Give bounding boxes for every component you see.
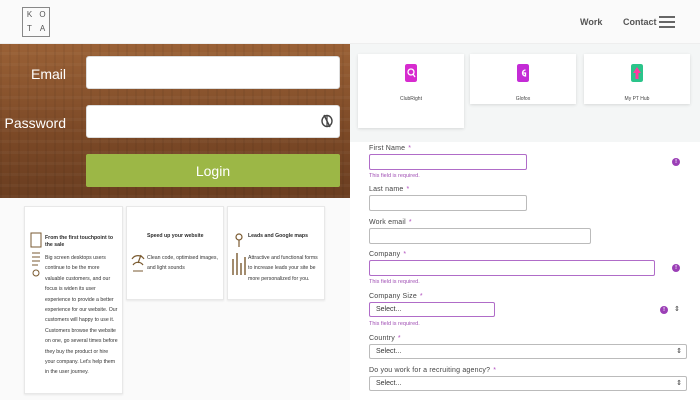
logo-letter: K (26, 10, 33, 19)
first-name-error: This field is required. (369, 173, 420, 179)
integration-card-myptHub[interactable]: My PT Hub (584, 54, 690, 104)
last-name-label: Last name * (369, 186, 410, 193)
password-input[interactable] (86, 105, 340, 138)
integration-card-clubright[interactable]: ClubRight (358, 54, 464, 128)
clubright-icon (405, 64, 417, 82)
login-panel: Email Password Login (0, 44, 350, 198)
integration-name: Glofox (515, 96, 531, 102)
company-label: Company * (369, 251, 407, 258)
chevron-updown-icon: ⇕ (676, 348, 682, 355)
error-icon: ! (672, 264, 680, 272)
logo-letter: A (39, 24, 46, 33)
kota-logo[interactable]: K O T A (22, 7, 50, 37)
feature-card: From the first touchpoint to the sale Bi… (24, 206, 123, 394)
email-input[interactable] (86, 56, 340, 89)
feature-card: Leads and Google maps Attractive and fun… (227, 206, 325, 300)
work-email-input[interactable] (369, 228, 591, 244)
first-name-input[interactable] (369, 154, 527, 170)
recruiting-agency-label: Do you work for a recruiting agency? * (369, 367, 497, 374)
nav-link-contact[interactable]: Contact (623, 17, 657, 27)
chevron-updown-icon: ⇕ (676, 380, 682, 387)
features-section: From the first touchpoint to the sale Bi… (0, 198, 350, 400)
logo-letter: T (27, 24, 32, 33)
top-nav: K O T A Work Contact (0, 0, 700, 44)
feature-title: Speed up your website (147, 233, 204, 239)
nav-link-work[interactable]: Work (580, 17, 602, 27)
feature-title: From the first touchpoint to the sale (45, 235, 114, 248)
feature-body: Big screen desktops users continue to be… (45, 255, 118, 376)
country-label: Country * (369, 335, 401, 342)
company-size-select[interactable]: Select... (369, 302, 495, 317)
last-name-input[interactable] (369, 195, 527, 211)
feature-body: Attractive and functional forms to incre… (248, 255, 318, 282)
leads-map-icon (232, 233, 246, 275)
company-input[interactable] (369, 260, 655, 276)
chevron-updown-icon: ⇕ (674, 306, 680, 313)
country-select[interactable]: Select... ⇕ (369, 344, 687, 359)
login-button[interactable]: Login (86, 154, 340, 187)
feature-body: Clean code, optimised images, and light … (147, 255, 218, 272)
error-icon: ! (660, 306, 668, 314)
integration-name: ClubRight (400, 96, 422, 102)
company-size-error: This field is required. (369, 321, 420, 327)
integration-card-glofox[interactable]: Glofox (470, 54, 576, 104)
integration-name: My PT Hub (624, 96, 650, 102)
hamburger-icon[interactable] (659, 16, 675, 28)
eye-slash-icon[interactable] (320, 113, 334, 129)
glofox-icon (517, 64, 529, 82)
feature-card: Speed up your website Clean code, optimi… (126, 206, 224, 300)
integrations-section: ClubRight Glofox My PT Hub (350, 44, 700, 142)
company-error: This field is required. (369, 279, 420, 285)
speed-icon (131, 254, 145, 272)
contact-form: First Name * This field is required. ! La… (350, 142, 700, 400)
password-label: Password (4, 115, 66, 131)
work-email-label: Work email * (369, 219, 412, 226)
first-name-label: First Name * (369, 145, 412, 152)
error-icon: ! (672, 158, 680, 166)
email-label: Email (30, 66, 66, 82)
customer-journey-icon (30, 232, 42, 277)
recruiting-agency-select[interactable]: Select... ⇕ (369, 376, 687, 391)
myptHub-icon (631, 64, 643, 82)
company-size-label: Company Size * (369, 293, 423, 300)
logo-letter: O (39, 10, 46, 19)
feature-title: Leads and Google maps (248, 233, 308, 239)
